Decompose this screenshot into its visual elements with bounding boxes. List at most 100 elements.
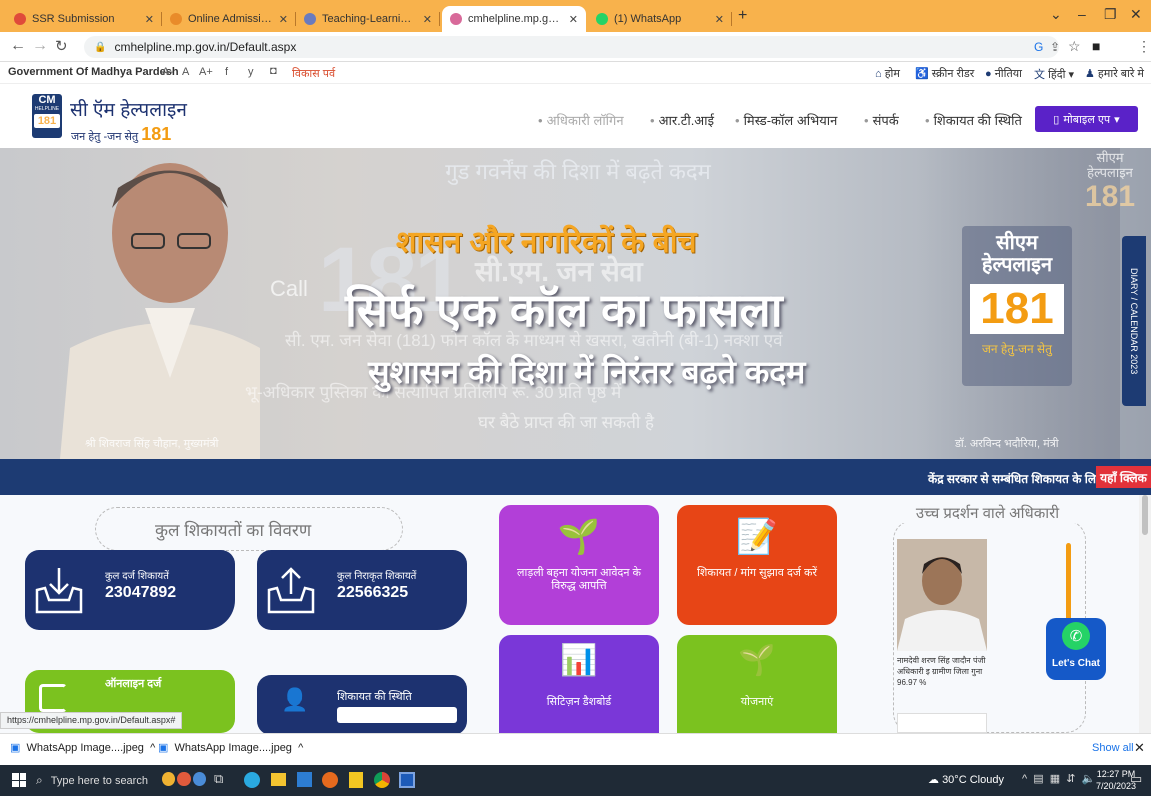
page-scrollbar-thumb[interactable] xyxy=(1142,495,1148,535)
minimize-icon[interactable]: – xyxy=(1078,6,1086,22)
vikas-parv-link[interactable]: विकास पर्व xyxy=(292,66,335,81)
bookmark-star-icon[interactable]: ☆ xyxy=(1068,38,1081,55)
schemes-tile[interactable]: 🌱 योजनाएं xyxy=(677,635,837,733)
register-complaint-label: शिकायत / मांग सुझाव दर्ज करें xyxy=(697,567,817,579)
corner-logo-title: सीएम हेल्पलाइन xyxy=(1087,150,1133,180)
nav-officer-login[interactable]: • अधिकारी लॉगिन xyxy=(538,111,624,129)
kebab-menu-icon[interactable]: ⋮ xyxy=(1137,38,1151,55)
system-tray-icons[interactable]: ^ ▤ ▦ ⇵ 🔈 xyxy=(1022,772,1095,785)
font-decrease-button[interactable]: A- xyxy=(162,66,173,78)
nav-contact[interactable]: • संपर्क xyxy=(864,111,899,129)
tab-cmhelpline[interactable]: cmhelpline.mp.gov.in/Default.as ✕ xyxy=(442,6,586,32)
chevron-up-icon[interactable]: ^ xyxy=(298,742,303,754)
whatsapp-icon: ✆ xyxy=(1062,622,1090,650)
firefox-icon[interactable] xyxy=(322,772,338,788)
tab-ssr-submission[interactable]: SSR Submission ✕ xyxy=(6,6,162,32)
mobile-icon: ▯ xyxy=(1053,113,1060,126)
maximize-icon[interactable]: ❐ xyxy=(1104,6,1117,23)
youtube-icon[interactable]: ◘ xyxy=(270,65,277,77)
windows-start-icon[interactable] xyxy=(12,773,26,787)
home-icon: ⌂ xyxy=(875,68,885,80)
task-view-icon[interactable]: ⧉ xyxy=(214,771,223,787)
language-link[interactable]: 文 हिंदी ▾ xyxy=(1034,66,1074,82)
generic-app-icon[interactable] xyxy=(399,772,415,788)
tab-close-icon[interactable]: ✕ xyxy=(423,13,432,26)
image-file-icon: ▣ xyxy=(10,742,21,754)
tab-layout-icon[interactable]: ■ xyxy=(1092,38,1100,54)
twitter-icon[interactable]: y xyxy=(248,66,254,78)
screen-reader-link[interactable]: ♿ स्क्रीन रीडर xyxy=(915,66,974,81)
policy-icon: ● xyxy=(985,68,995,80)
diary-calendar-tab[interactable]: DIARY / CALENDAR 2023 xyxy=(1122,236,1146,406)
ladli-behna-tile[interactable]: 🌱 लाड़ली बहना योजना आवेदन के विरुद्ध आपत… xyxy=(499,505,659,625)
cloud-icon: ☁ xyxy=(928,774,943,786)
facebook-icon[interactable]: f xyxy=(225,66,228,78)
home-link[interactable]: ⌂ होम xyxy=(875,66,900,81)
address-bar[interactable]: 🔒 cmhelpline.mp.gov.in/Default.aspx xyxy=(84,36,1059,58)
store-icon[interactable] xyxy=(297,772,312,787)
edge-icon[interactable] xyxy=(244,772,260,788)
status-check-card[interactable]: 👤 शिकायत की स्थिति xyxy=(257,675,467,733)
chevron-up-icon[interactable]: ^ xyxy=(150,742,155,754)
banner-headline-1: शासन और नागरिकों के बीच xyxy=(396,226,697,259)
chief-minister-photo xyxy=(60,148,260,459)
show-all-button[interactable]: Show all xyxy=(1092,742,1134,754)
taskbar-widgets-icon[interactable] xyxy=(162,772,206,788)
new-tab-plus-icon[interactable]: + xyxy=(738,7,747,25)
download-item[interactable]: ▣ WhatsApp Image....jpeg ^ xyxy=(158,741,303,754)
chrome-icon[interactable] xyxy=(374,772,390,788)
cm-helpline-logo[interactable]: CM HELPLINE 181 xyxy=(32,94,62,138)
citizen-dashboard-label: सिटिज़न डैशबोर्ड xyxy=(546,696,612,708)
tab-search-chevron-icon[interactable]: ⌄ xyxy=(1050,6,1062,23)
tab-favicon-icon xyxy=(14,13,26,25)
tab-favicon-icon xyxy=(304,13,316,25)
font-increase-button[interactable]: A+ xyxy=(199,66,213,78)
person-icon: 👤 xyxy=(281,687,309,712)
tab-online-admission[interactable]: Online Admission, Madhya Prade ✕ xyxy=(162,6,296,32)
tab-close-icon[interactable]: ✕ xyxy=(279,13,288,26)
site-title: सी ऍम हेल्पलाइन xyxy=(70,100,187,121)
corner-logo: सीएम हेल्पलाइन 181 xyxy=(1075,150,1145,214)
tab-teaching-learning[interactable]: Teaching-Learning and Evaluatio ✕ xyxy=(296,6,440,32)
gov-utility-bar: Government Of Madhya Pardesh A- A A+ f y… xyxy=(0,62,1151,84)
tab-label: Online Admission, Madhya Prade xyxy=(188,13,273,25)
tab-close-icon[interactable]: ✕ xyxy=(715,13,724,26)
weather-widget[interactable]: ☁ 30°C Cloudy xyxy=(928,773,1004,786)
about-us-link[interactable]: ♟ हमारे बारे मे xyxy=(1085,66,1144,81)
page-scrollbar-track[interactable] xyxy=(1139,495,1151,733)
notification-icon[interactable]: ▭ xyxy=(1130,771,1142,787)
share-icon[interactable]: ⇪ xyxy=(1050,40,1060,54)
card-number: 181 xyxy=(970,284,1064,334)
nav-rti[interactable]: • आर.टी.आई xyxy=(650,111,714,129)
policies-link[interactable]: ● नीतिया xyxy=(985,66,1022,81)
file-explorer-icon[interactable] xyxy=(271,773,286,786)
register-complaint-tile[interactable]: 📝 शिकायत / मांग सुझाव दर्ज करें xyxy=(677,505,837,625)
taskbar-search-box[interactable]: ⌕ Type here to search xyxy=(36,768,148,793)
ladli-behna-label: लाड़ली बहना योजना आवेदन के विरुद्ध आपत्त… xyxy=(517,567,641,592)
close-downloads-icon[interactable]: ✕ xyxy=(1134,740,1145,756)
nav-missed-call[interactable]: • मिस्ड-कॉल अभियान xyxy=(735,111,837,129)
reload-icon[interactable]: ↻ xyxy=(55,37,68,55)
banner-call-text: Call xyxy=(270,276,308,301)
download-item[interactable]: ▣ WhatsApp Image....jpeg ^ xyxy=(10,741,155,754)
status-search-input[interactable] xyxy=(337,707,457,723)
citizen-dashboard-tile[interactable]: 📊 सिटिज़न डैशबोर्ड xyxy=(499,635,659,733)
total-complaints-card: कुल दर्ज शिकायतें 23047892 xyxy=(25,550,235,630)
font-normal-button[interactable]: A xyxy=(182,66,189,78)
mobile-app-button[interactable]: ▯ मोबाइल एप ▾ xyxy=(1035,106,1138,132)
nav-complaint-status[interactable]: • शिकायत की स्थिति xyxy=(925,111,1022,129)
back-arrow-icon[interactable]: ← xyxy=(10,37,26,55)
officer-photo-next xyxy=(897,713,987,733)
click-here-button[interactable]: यहाँ क्लिक xyxy=(1096,466,1151,488)
central-govt-strip: केंद्र सरकार से सम्बंधित शिकायत के लिए य… xyxy=(0,459,1151,495)
notes-app-icon[interactable] xyxy=(349,772,363,788)
tab-close-icon[interactable]: ✕ xyxy=(569,13,578,26)
image-file-icon: ▣ xyxy=(158,742,169,754)
window-close-icon[interactable]: ✕ xyxy=(1130,6,1142,23)
tab-close-icon[interactable]: ✕ xyxy=(145,13,154,26)
google-lens-icon[interactable]: G xyxy=(1034,40,1043,54)
tab-whatsapp[interactable]: (1) WhatsApp ✕ xyxy=(588,6,732,32)
total-complaints-label: कुल दर्ज शिकायतें xyxy=(105,571,169,582)
forward-arrow-icon[interactable]: → xyxy=(32,37,48,55)
lets-chat-button[interactable]: ✆ Let's Chat xyxy=(1046,618,1106,680)
